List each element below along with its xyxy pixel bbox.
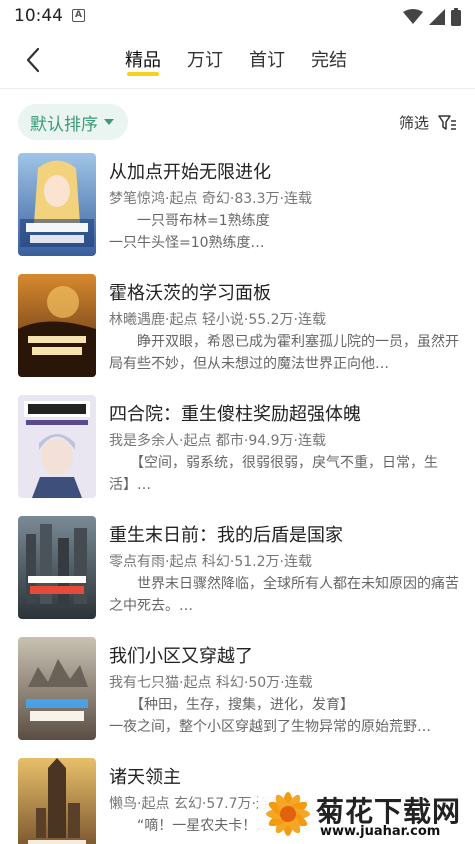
book-item[interactable]: 从加点开始无限进化 梦笔惊鸿·起点 奇幻·83.3万·连载 一只哥布林=1熟练度… (0, 150, 475, 260)
book-title: 重生末日前：我的后盾是国家 (109, 525, 343, 546)
book-description: 世界末日骤然降临，全球所有人都在未知原因的痛苦之中死去。… (109, 576, 459, 614)
top-nav: 精品 万订 首订 完结 (0, 38, 475, 86)
book-description: 一只哥布林=1熟练度 一只牛头怪=10熟练度… (109, 213, 270, 251)
sort-dropdown[interactable]: 默认排序 (18, 104, 128, 140)
book-title: 诸天领主 (109, 767, 181, 788)
book-item[interactable]: 霍格沃茨的学习面板 林曦遇鹿·起点 轻小说·55.2万·连载 睁开双眼，希恩已成… (0, 271, 475, 381)
tab-wanjie[interactable]: 完结 (311, 46, 347, 76)
book-cover (18, 637, 96, 740)
filter-button[interactable]: 筛选 (399, 112, 457, 133)
book-description: 【种田，生存，搜集，进化，发育】 一夜之间，整个小区穿越到了生物异常的原始荒野… (109, 697, 431, 735)
book-cover (18, 516, 96, 619)
book-description: 睁开双眼，希恩已成为霍利塞孤儿院的一员，虽然开局有些不妙，但从未想过的魔法世界正… (109, 334, 459, 372)
book-title: 四合院：重生傻柱奖励超强体魄 (109, 404, 361, 425)
tab-label: 完结 (311, 50, 347, 71)
book-title: 从加点开始无限进化 (109, 162, 271, 183)
back-button[interactable] (18, 44, 50, 76)
active-tab-indicator (127, 72, 159, 76)
caret-down-icon (104, 119, 114, 125)
tab-jingpin[interactable]: 精品 (125, 46, 161, 76)
tab-label: 首订 (249, 50, 285, 71)
sort-label: 默认排序 (30, 114, 98, 135)
header-divider (0, 88, 475, 89)
tab-label: 精品 (125, 50, 161, 71)
book-description: 【空间，弱系统，很弱很弱，戾气不重，日常，生活】… (109, 455, 438, 493)
wifi-icon (403, 9, 423, 24)
category-tabs: 精品 万订 首订 完结 (125, 46, 347, 76)
book-cover (18, 274, 96, 377)
book-cover (18, 153, 96, 256)
filter-row: 默认排序 筛选 (0, 104, 475, 142)
chrysanthemum-logo-icon (266, 792, 310, 836)
tab-label: 万订 (187, 50, 223, 71)
book-title: 霍格沃茨的学习面板 (109, 283, 271, 304)
site-watermark: 菊花下载网 www.juahar.com (258, 786, 475, 844)
watermark-url: www.juahar.com (320, 824, 441, 839)
status-bar: 10:44 A (0, 0, 475, 34)
book-meta: 梦笔惊鸿·起点 奇幻·83.3万·连载 (109, 191, 312, 207)
status-icons (403, 7, 461, 27)
filter-label: 筛选 (398, 114, 429, 132)
filter-funnel-icon (438, 114, 456, 130)
book-meta: 零点有雨·起点 科幻·51.2万·连载 (109, 554, 312, 570)
status-time: 10:44 (14, 6, 63, 26)
book-item[interactable]: 重生末日前：我的后盾是国家 零点有雨·起点 科幻·51.2万·连载 世界末日骤然… (0, 513, 475, 623)
book-meta: 我是多余人·起点 都市·94.9万·连载 (109, 433, 326, 449)
book-meta: 林曦遇鹿·起点 轻小说·55.2万·连载 (109, 312, 326, 328)
book-cover (18, 758, 96, 844)
book-meta: 我有七只猫·起点 科幻·50万·连载 (109, 675, 313, 691)
tab-wanding[interactable]: 万订 (187, 46, 223, 76)
notification-indicator: A (72, 9, 85, 22)
book-item[interactable]: 我们小区又穿越了 我有七只猫·起点 科幻·50万·连载 【种田，生存，搜集，进化… (0, 634, 475, 744)
book-title: 我们小区又穿越了 (109, 646, 253, 667)
battery-icon (451, 8, 461, 26)
book-item[interactable]: 四合院：重生傻柱奖励超强体魄 我是多余人·起点 都市·94.9万·连载 【空间，… (0, 392, 475, 502)
book-cover (18, 395, 96, 498)
signal-icon (429, 9, 445, 25)
tab-shouding[interactable]: 首订 (249, 46, 285, 76)
back-arrow-icon (26, 47, 40, 73)
